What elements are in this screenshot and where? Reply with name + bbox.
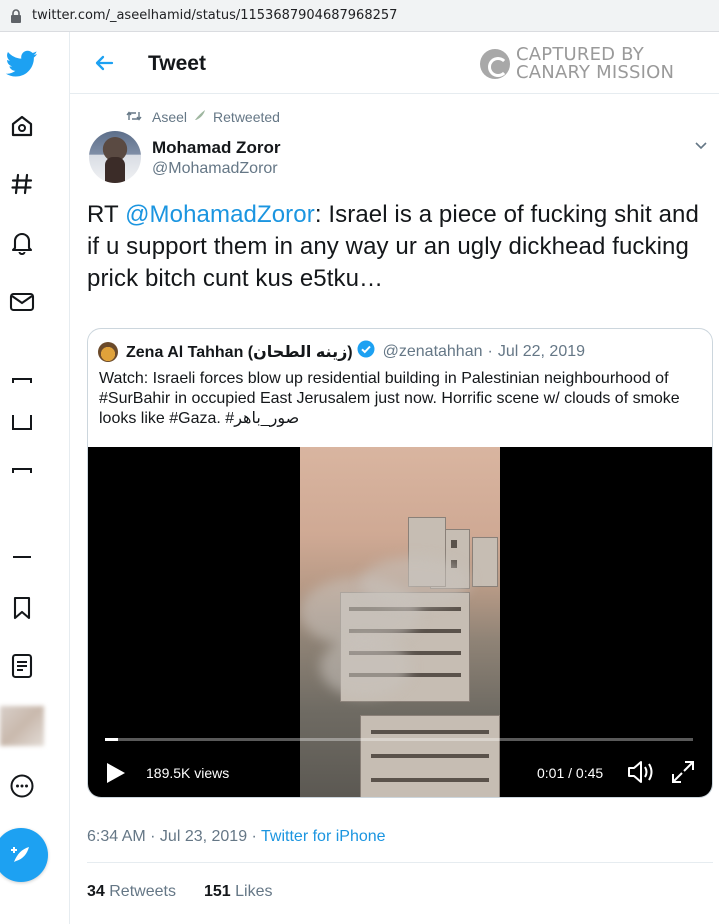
video-timecode: 0:01 / 0:45 <box>537 765 604 781</box>
author-name[interactable]: Mohamad Zoror <box>152 138 280 158</box>
video-views: 189.5K views <box>146 765 230 781</box>
retweets-label: Retweets <box>109 883 176 900</box>
video-frame <box>300 447 500 797</box>
main-column: Tweet CAPTURED BY CANARY MISSION Aseel Re… <box>70 32 719 924</box>
verified-icon <box>357 340 375 363</box>
tweet-text: RT @MohamadZoror: Israel is a piece of f… <box>87 199 707 295</box>
twitter-bird-icon[interactable] <box>0 42 44 86</box>
quoted-author-handle[interactable]: @zenatahhan <box>383 343 483 361</box>
avatar[interactable] <box>89 131 141 183</box>
volume-icon[interactable] <box>626 759 656 790</box>
retweeted-label: Retweeted <box>213 108 280 125</box>
mail-icon[interactable] <box>0 280 44 324</box>
nav-fragment-icon <box>0 358 44 402</box>
tweet-mention-link[interactable]: @MohamadZoror <box>125 201 315 228</box>
nav-fragment-icon <box>0 536 44 580</box>
video-player[interactable]: 189.5K views 0:01 / 0:45 <box>88 447 712 797</box>
retweets-count: 34 <box>87 883 105 900</box>
chevron-down-icon[interactable] <box>694 138 708 156</box>
divider <box>87 862 713 863</box>
sidebar-nav <box>0 32 70 924</box>
likes-count: 151 <box>203 883 231 900</box>
dove-emoji-icon <box>193 108 207 125</box>
video-progress-bar[interactable] <box>105 738 693 741</box>
hashtag-icon[interactable] <box>0 162 44 206</box>
video-progress-fill <box>105 738 118 741</box>
more-icon[interactable] <box>0 764 44 808</box>
watermark: CAPTURED BY CANARY MISSION <box>480 46 674 82</box>
list-icon[interactable] <box>0 644 44 688</box>
compose-icon <box>11 847 29 862</box>
tweet-source-link[interactable]: Twitter for iPhone <box>261 828 386 845</box>
nav-fragment-icon <box>0 448 44 492</box>
tweet-stats: 34 Retweets 151 Likes <box>87 883 272 901</box>
quoted-header: Zena Al Tahhan (زينه الطحان) @zenatahhan… <box>98 340 585 363</box>
retweets-stat[interactable]: 34 Retweets <box>87 883 176 900</box>
page-header: Tweet CAPTURED BY CANARY MISSION <box>70 32 719 94</box>
page-title: Tweet <box>148 52 206 75</box>
account-avatar[interactable] <box>0 706 44 746</box>
browser-url-bar[interactable]: twitter.com/_aseelhamid/status/115368790… <box>0 0 719 32</box>
tweet-prefix: RT <box>87 201 126 228</box>
back-arrow-icon[interactable] <box>92 51 116 80</box>
compose-button[interactable] <box>0 828 48 882</box>
nav-fragment-icon <box>0 400 44 444</box>
lock-icon <box>10 8 22 23</box>
quoted-date[interactable]: Jul 22, 2019 <box>498 343 585 361</box>
retweeted-by: Aseel Retweeted <box>126 108 280 125</box>
tweet-meta: 6:34 AM · Jul 23, 2019 · Twitter for iPh… <box>87 828 386 846</box>
quoted-text: Watch: Israeli forces blow up residentia… <box>99 370 680 427</box>
watermark-seal-icon <box>480 49 510 79</box>
watermark-line2: CANARY MISSION <box>516 62 675 83</box>
browser-url[interactable]: twitter.com/_aseelhamid/status/115368790… <box>32 8 397 23</box>
fullscreen-icon[interactable] <box>670 759 696 790</box>
quoted-avatar[interactable] <box>98 341 118 362</box>
retweet-icon <box>126 109 142 125</box>
home-icon[interactable] <box>0 104 44 148</box>
bell-icon[interactable] <box>0 220 44 264</box>
retweeter-name[interactable]: Aseel <box>152 109 187 125</box>
author-handle[interactable]: @MohamadZoror <box>152 160 278 178</box>
likes-label: Likes <box>235 883 273 900</box>
tweet-timestamp[interactable]: 6:34 AM · Jul 23, 2019 · <box>87 828 261 845</box>
play-icon[interactable] <box>105 761 127 790</box>
quoted-author-name[interactable]: Zena Al Tahhan (زينه الطحان) <box>126 342 353 362</box>
likes-stat[interactable]: 151 Likes <box>204 883 273 900</box>
quoted-tweet[interactable]: Zena Al Tahhan (زينه الطحان) @zenatahhan… <box>87 328 713 798</box>
bookmark-icon[interactable] <box>0 586 44 630</box>
quoted-separator: · <box>487 342 493 360</box>
